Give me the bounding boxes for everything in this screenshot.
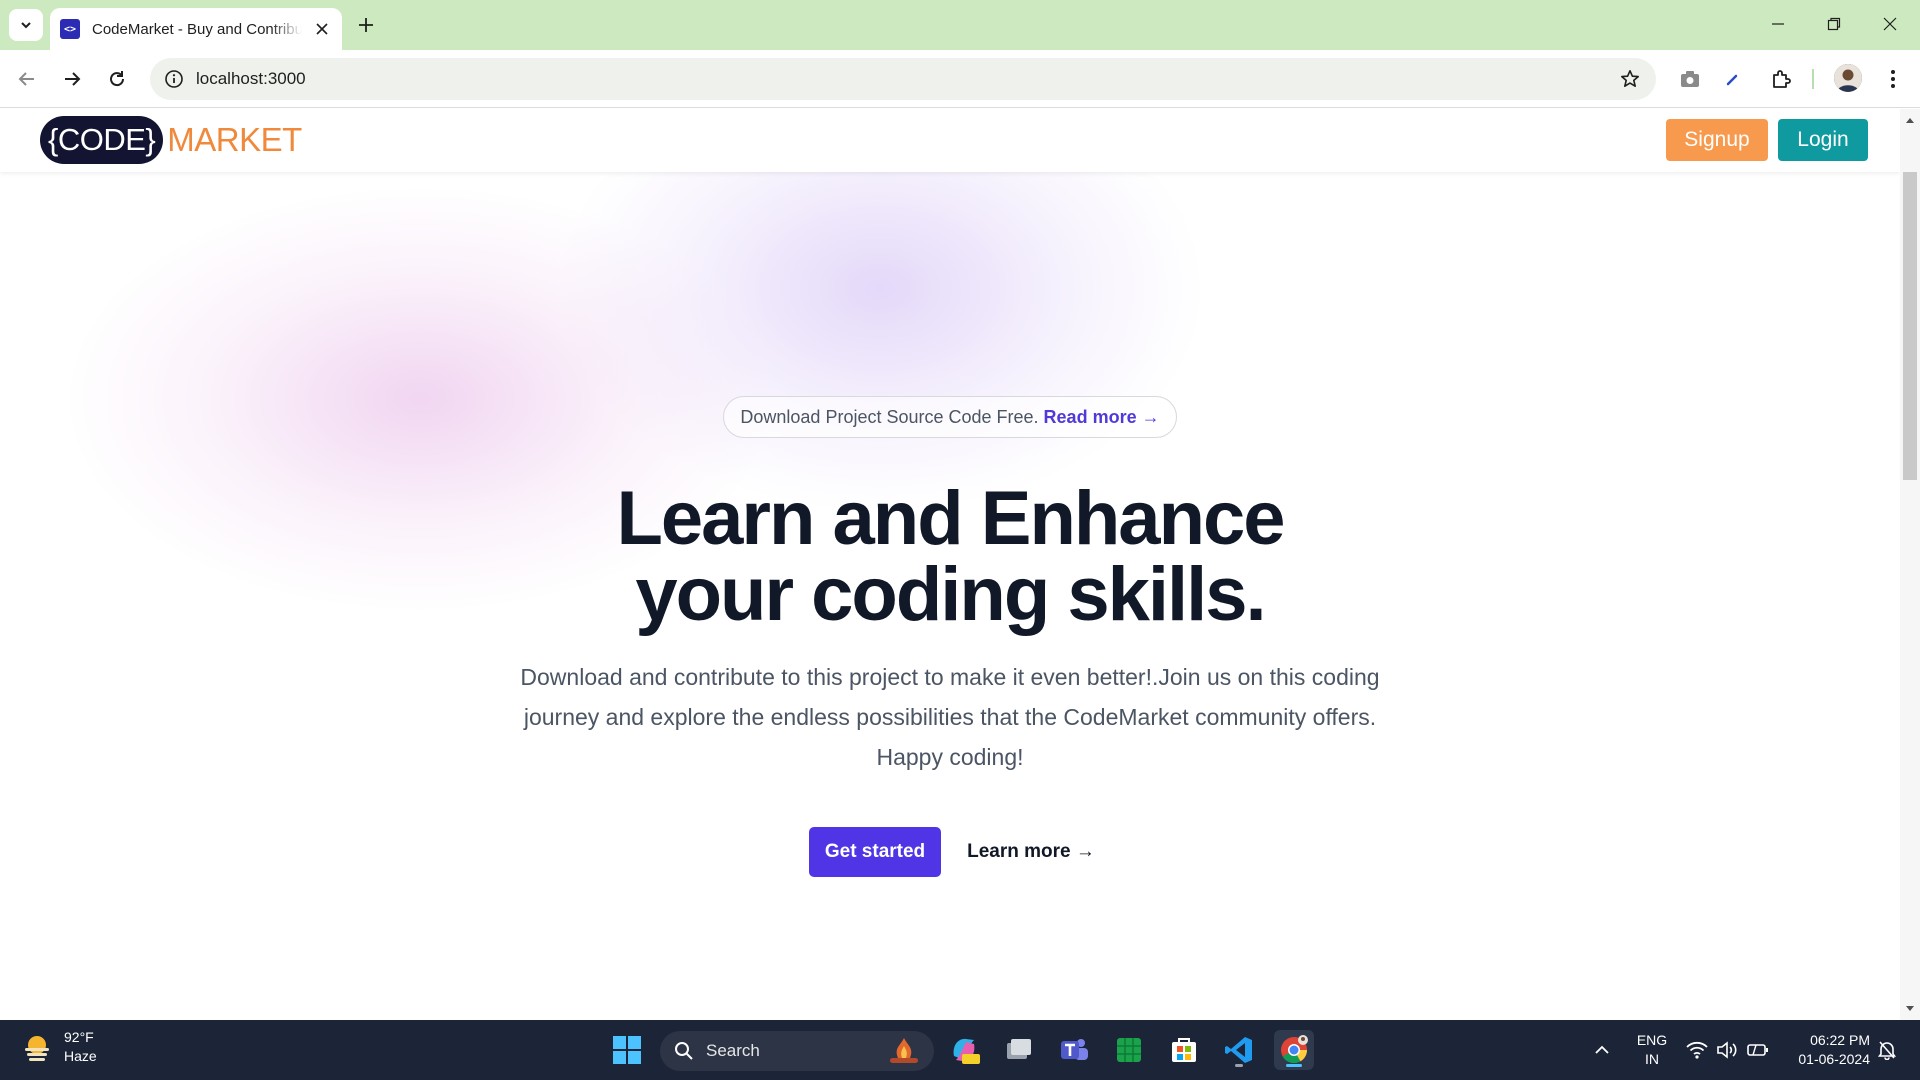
tab-close-button[interactable]	[312, 19, 332, 39]
address-bar[interactable]: localhost:3000	[150, 58, 1656, 100]
running-indicator	[1235, 1064, 1243, 1067]
learn-more-link[interactable]: Learn more →	[966, 827, 1096, 877]
signup-button[interactable]: Signup	[1666, 119, 1768, 161]
show-hidden-icons-button[interactable]	[1582, 1030, 1622, 1070]
taskbar-search-label: Search	[706, 1041, 760, 1060]
profile-avatar[interactable]	[1834, 64, 1862, 92]
tab-search-button[interactable]	[9, 9, 43, 41]
close-icon	[316, 23, 328, 35]
active-indicator	[1286, 1064, 1302, 1067]
volume-icon	[1717, 1041, 1737, 1059]
read-more-link[interactable]: Read more →	[1044, 407, 1160, 428]
browser-tab-bar: <> CodeMarket - Buy and Contribute	[0, 0, 1920, 50]
scroll-down-arrow-icon[interactable]	[1904, 1003, 1916, 1015]
windows-taskbar: 92°F Haze Search ENG IN 06:22 PM 01-06-2…	[0, 1020, 1920, 1080]
bookmark-star-icon[interactable]	[1618, 67, 1642, 91]
hero-title-line-2: your coding skills.	[635, 552, 1266, 637]
search-icon	[675, 1042, 693, 1060]
windows-logo-icon	[613, 1036, 641, 1064]
chrome-icon[interactable]	[1274, 1030, 1314, 1070]
notifications-button[interactable]	[1870, 1030, 1904, 1070]
close-icon	[1883, 17, 1897, 31]
site-header: {CODE} MARKET Signup Login	[0, 109, 1900, 172]
url-text[interactable]: localhost:3000	[196, 69, 306, 89]
hero-title-line-1: Learn and Enhance	[616, 476, 1285, 561]
taskbar-search-box[interactable]: Search	[660, 1031, 934, 1071]
close-window-button[interactable]	[1862, 0, 1918, 48]
extensions-puzzle-icon[interactable]	[1764, 62, 1798, 96]
restore-icon	[1827, 17, 1841, 31]
more-menu-button[interactable]	[1876, 62, 1910, 96]
teams-icon[interactable]	[1054, 1030, 1094, 1070]
logo-market-text: MARKET	[167, 121, 302, 158]
clock-time: 06:22 PM	[1810, 1032, 1870, 1048]
pen-extension-icon[interactable]	[1716, 62, 1750, 96]
weather-temperature: 92°F	[64, 1029, 94, 1045]
battery-icon	[1747, 1044, 1768, 1056]
announcement-text: Download Project Source Code Free.	[740, 406, 1039, 427]
arrow-left-icon	[18, 72, 34, 86]
chevron-down-icon	[21, 22, 31, 29]
announcement-pill: Download Project Source Code Free. Read …	[723, 396, 1177, 438]
minimize-button[interactable]	[1750, 0, 1806, 48]
vscode-icon[interactable]	[1219, 1030, 1259, 1070]
page-viewport: {CODE} MARKET Signup Login Download Proj…	[0, 109, 1900, 1021]
site-info-icon[interactable]	[162, 67, 186, 91]
clock[interactable]: 06:22 PM 01-06-2024	[1780, 1031, 1870, 1069]
weather-description: Haze	[64, 1048, 97, 1064]
weather-widget[interactable]: 92°F Haze	[20, 1028, 97, 1066]
wifi-icon	[1686, 1041, 1708, 1059]
start-button[interactable]	[607, 1030, 647, 1070]
clock-date: 01-06-2024	[1798, 1051, 1870, 1067]
browser-tab-active[interactable]: <> CodeMarket - Buy and Contribute	[50, 8, 342, 50]
codemarket-logo[interactable]: {CODE} MARKET	[40, 116, 302, 164]
reload-button[interactable]	[100, 62, 134, 96]
tab-title: CodeMarket - Buy and Contribute	[92, 20, 302, 38]
language-region: IN	[1645, 1051, 1659, 1067]
system-tray-status[interactable]	[1676, 1030, 1780, 1070]
restore-button[interactable]	[1806, 0, 1862, 48]
forward-button[interactable]	[55, 62, 89, 96]
hero-title: Learn and Enhance your coding skills.	[450, 481, 1450, 633]
codemarket-favicon-icon: <>	[60, 19, 80, 39]
minimize-icon	[1772, 23, 1784, 25]
sun-haze-icon	[25, 1036, 49, 1061]
logo-code-badge: {CODE}	[40, 116, 164, 164]
language-indicator[interactable]: ENG IN	[1628, 1031, 1676, 1069]
copilot-preview-icon[interactable]	[944, 1030, 984, 1070]
camera-extension-icon[interactable]	[1673, 62, 1707, 96]
kebab-menu-icon	[1891, 70, 1895, 88]
login-button[interactable]: Login	[1778, 119, 1868, 161]
green-app-icon[interactable]	[1109, 1030, 1149, 1070]
plus-icon	[359, 18, 373, 32]
toolbar-divider	[1812, 69, 1814, 89]
language-code: ENG	[1636, 1032, 1668, 1048]
new-tab-button[interactable]	[352, 11, 380, 39]
scroll-up-arrow-icon[interactable]	[1904, 114, 1916, 126]
back-button[interactable]	[10, 62, 44, 96]
reload-icon	[110, 71, 125, 87]
notification-bell-icon	[1877, 1041, 1897, 1060]
chevron-up-icon	[1595, 1045, 1609, 1054]
search-highlight-icon	[890, 1038, 918, 1063]
get-started-button[interactable]: Get started	[809, 827, 941, 877]
task-view-icon[interactable]	[999, 1030, 1039, 1070]
hero-description: Download and contribute to this project …	[520, 664, 1380, 770]
scrollbar-thumb[interactable]	[1903, 172, 1917, 480]
microsoft-store-icon[interactable]	[1164, 1030, 1204, 1070]
browser-toolbar: localhost:3000	[0, 50, 1920, 108]
arrow-right-icon	[65, 72, 81, 86]
